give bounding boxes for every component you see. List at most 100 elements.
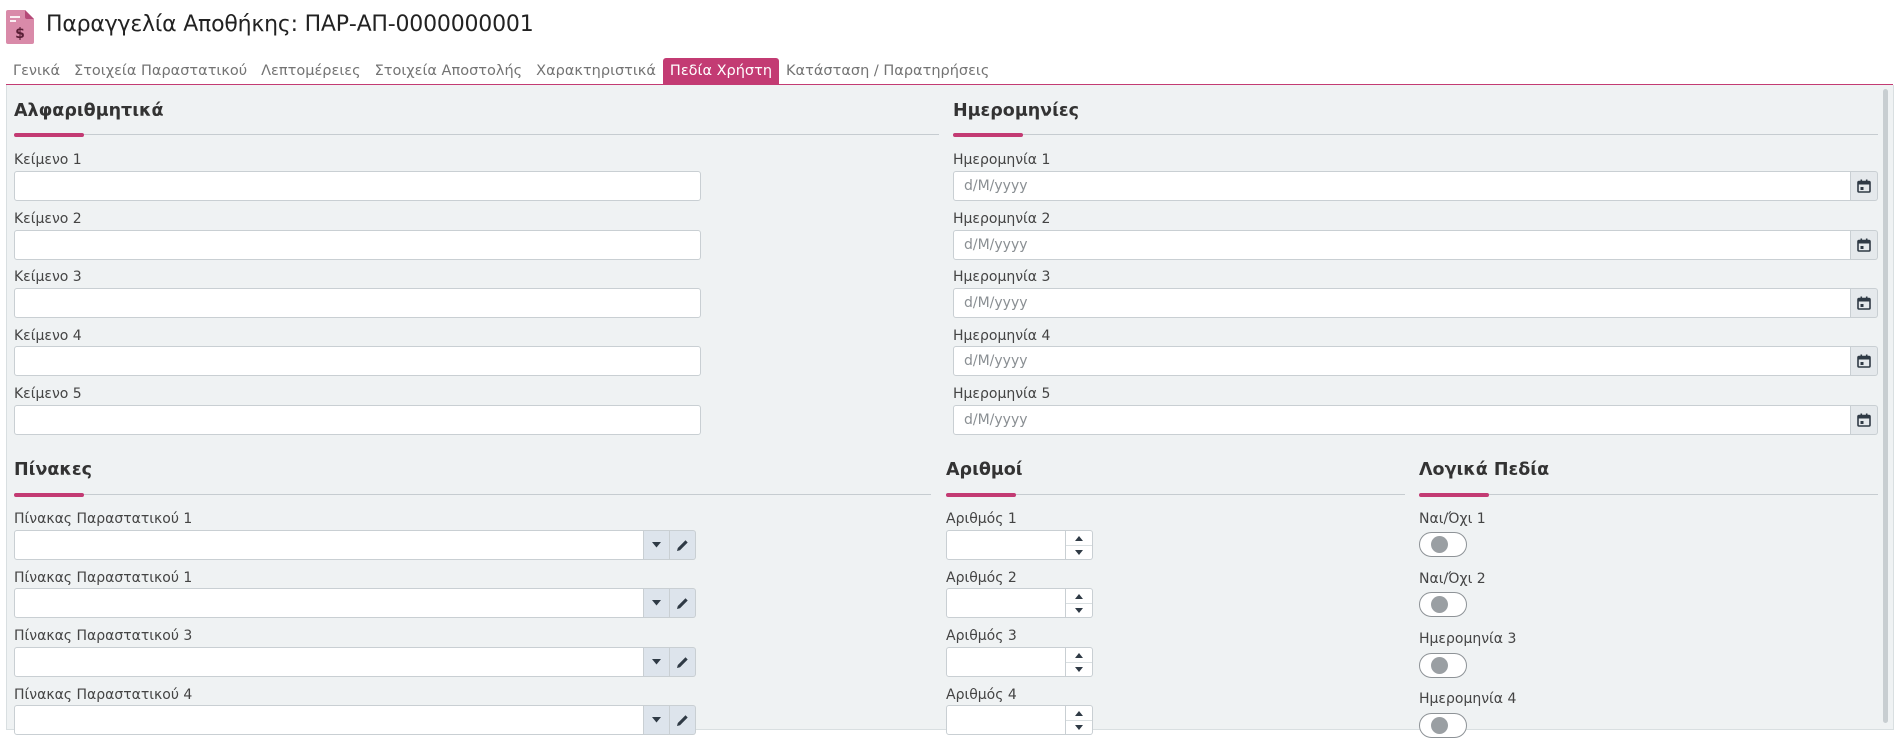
arrow-down-icon [1075, 549, 1083, 555]
decrement-button[interactable] [1066, 545, 1092, 559]
text-field-label: Κείμενο 3 [14, 269, 82, 285]
section-title-numbers: Αριθμοί [946, 460, 1023, 480]
text-field-label: Κείμενο 4 [14, 328, 82, 344]
number-input[interactable] [946, 530, 1066, 560]
tab-status-notes[interactable]: Κατάσταση / Παρατηρήσεις [779, 58, 996, 84]
calendar-button[interactable] [1851, 230, 1878, 260]
number-input[interactable] [946, 647, 1066, 677]
date-field-3 [953, 288, 1878, 318]
date-input[interactable] [953, 288, 1851, 318]
dropdown-button[interactable] [644, 530, 670, 560]
pencil-icon [677, 656, 688, 668]
tab-shipping[interactable]: Στοιχεία Αποστολής [368, 58, 530, 84]
tab-user-fields[interactable]: Πεδία Χρήστη [662, 58, 780, 84]
toggle-label: Ημερομηνία 4 [1419, 691, 1517, 707]
dropdown-button[interactable] [644, 588, 670, 618]
text-field-label: Κείμενο 1 [14, 152, 82, 168]
tab-details[interactable]: Λεπτομέρειες [254, 58, 367, 84]
text-field-4[interactable] [14, 346, 701, 376]
toggle-label: Ναι/Όχι 2 [1419, 571, 1486, 587]
toggle-knob [1431, 657, 1448, 674]
date-field-5 [953, 405, 1878, 435]
calendar-icon [1857, 296, 1871, 310]
increment-button[interactable] [1066, 706, 1092, 721]
date-field-label: Ημερομηνία 5 [953, 386, 1051, 402]
toggle-label: Ναι/Όχι 1 [1419, 511, 1486, 527]
increment-button[interactable] [1066, 648, 1092, 663]
section-divider [14, 134, 939, 135]
increment-button[interactable] [1066, 589, 1092, 604]
arrow-down-icon [1075, 607, 1083, 613]
number-input[interactable] [946, 588, 1066, 618]
date-input[interactable] [953, 171, 1851, 201]
text-field-2[interactable] [14, 230, 701, 260]
decrement-button[interactable] [1066, 720, 1092, 734]
toggle-label: Ημερομηνία 3 [1419, 631, 1517, 647]
section-title-booleans: Λογικά Πεδία [1419, 460, 1550, 480]
date-field-4 [953, 346, 1878, 376]
table-field-label: Πίνακας Παραστατικού 1 [14, 570, 193, 586]
number-field-2 [946, 588, 1093, 618]
table-field-label: Πίνακας Παραστατικού 1 [14, 511, 193, 527]
table-input[interactable] [14, 530, 644, 560]
toggle-switch-1[interactable] [1419, 532, 1467, 557]
caret-down-icon [652, 717, 661, 723]
calendar-button[interactable] [1851, 288, 1878, 318]
toggle-knob [1431, 717, 1448, 734]
table-field-3 [14, 647, 696, 677]
text-field-5[interactable] [14, 405, 701, 435]
number-spinner [1066, 530, 1093, 560]
toggle-switch-3[interactable] [1419, 653, 1467, 678]
number-field-label: Αριθμός 4 [946, 687, 1017, 703]
dropdown-button[interactable] [644, 647, 670, 677]
decrement-button[interactable] [1066, 603, 1092, 617]
caret-down-icon [652, 542, 661, 548]
pencil-icon [677, 597, 688, 609]
date-field-1 [953, 171, 1878, 201]
table-field-label: Πίνακας Παραστατικού 4 [14, 687, 193, 703]
table-field-1 [14, 530, 696, 560]
tab-general[interactable]: Γενικά [6, 58, 67, 84]
arrow-up-icon [1075, 652, 1083, 658]
number-field-label: Αριθμός 1 [946, 511, 1017, 527]
tab-document-details[interactable]: Στοιχεία Παραστατικού [67, 58, 254, 84]
toggle-switch-2[interactable] [1419, 592, 1467, 617]
text-field-label: Κείμενο 5 [14, 386, 82, 402]
table-input[interactable] [14, 647, 644, 677]
text-field-3[interactable] [14, 288, 701, 318]
date-input[interactable] [953, 230, 1851, 260]
calendar-button[interactable] [1851, 346, 1878, 376]
tab-bar: Γενικά Στοιχεία Παραστατικού Λεπτομέρειε… [6, 58, 996, 84]
caret-down-icon [652, 659, 661, 665]
number-field-1 [946, 530, 1093, 560]
calendar-icon [1857, 354, 1871, 368]
arrow-up-icon [1075, 710, 1083, 716]
page-header: $ Παραγγελία Αποθήκης: ΠΑΡ-ΑΠ-0000000001 [0, 0, 1902, 55]
page-title: Παραγγελία Αποθήκης: ΠΑΡ-ΑΠ-0000000001 [46, 12, 534, 37]
edit-button[interactable] [670, 588, 696, 618]
number-field-3 [946, 647, 1093, 677]
increment-button[interactable] [1066, 531, 1092, 546]
decrement-button[interactable] [1066, 662, 1092, 676]
edit-button[interactable] [670, 530, 696, 560]
section-accent [14, 133, 84, 137]
section-accent [14, 493, 84, 497]
table-input[interactable] [14, 588, 644, 618]
calendar-icon [1857, 413, 1871, 427]
text-field-label: Κείμενο 2 [14, 211, 82, 227]
section-divider [953, 134, 1878, 135]
calendar-button[interactable] [1851, 171, 1878, 201]
calendar-button[interactable] [1851, 405, 1878, 435]
tab-characteristics[interactable]: Χαρακτηριστικά [529, 58, 663, 84]
text-field-1[interactable] [14, 171, 701, 201]
section-divider [14, 494, 931, 495]
caret-down-icon [652, 600, 661, 606]
edit-button[interactable] [670, 647, 696, 677]
scrollbar[interactable] [1883, 89, 1888, 723]
document-dollar-icon: $ [6, 10, 34, 44]
date-input[interactable] [953, 346, 1851, 376]
date-input[interactable] [953, 405, 1851, 435]
calendar-icon [1857, 238, 1871, 252]
toggle-switch-4[interactable] [1419, 713, 1467, 738]
number-field-label: Αριθμός 3 [946, 628, 1017, 644]
